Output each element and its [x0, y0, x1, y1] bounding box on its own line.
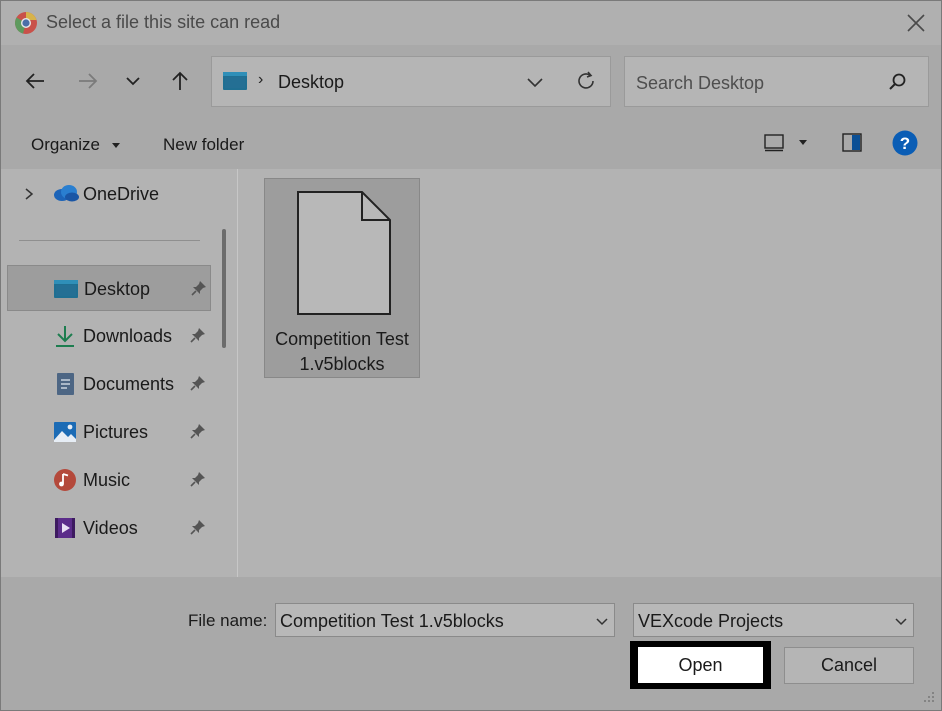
file-type-select[interactable]: VEXcode Projects [633, 603, 914, 637]
generic-file-icon [297, 191, 391, 315]
pin-icon[interactable] [189, 518, 207, 536]
back-button[interactable] [19, 65, 51, 97]
recent-locations-button[interactable] [117, 65, 149, 97]
search-input[interactable]: Search Desktop [636, 73, 764, 94]
organize-menu[interactable]: Organize [31, 135, 121, 155]
pin-icon[interactable] [189, 374, 207, 392]
file-name-field[interactable]: Competition Test 1.v5blocks [275, 603, 615, 637]
sidebar-item-music[interactable]: Music [7, 457, 211, 503]
preview-pane-icon[interactable] [842, 133, 862, 152]
music-icon [54, 469, 76, 491]
resize-grip-icon[interactable] [921, 689, 935, 703]
sidebar-item-label: Pictures [83, 422, 149, 442]
sidebar-item-label: OneDrive [83, 184, 160, 204]
desktop-folder-icon [223, 72, 247, 90]
pin-icon[interactable] [190, 279, 208, 297]
refresh-icon[interactable] [574, 69, 598, 93]
svg-text:?: ? [900, 134, 910, 153]
sidebar-item-videos[interactable]: Videos [7, 505, 211, 551]
chevron-down-icon[interactable] [893, 613, 909, 629]
file-name-label: File name: [188, 611, 268, 630]
file-name-input[interactable]: Competition Test 1.v5blocks [280, 611, 504, 632]
open-button-label: Open [638, 647, 763, 683]
arrow-left-icon [25, 73, 44, 89]
view-options-chevron-icon[interactable] [798, 139, 808, 147]
up-button[interactable] [164, 65, 196, 97]
window-title: Select a file this site can read [46, 12, 281, 32]
address-bar[interactable]: › Desktop [211, 56, 611, 107]
close-icon [907, 14, 925, 32]
dialog-footer: File name: Competition Test 1.v5blocks V… [1, 577, 941, 710]
sidebar-item-documents[interactable]: Documents [7, 361, 211, 407]
sidebar-scrollbar[interactable] [222, 229, 226, 348]
onedrive-icon [54, 185, 79, 202]
open-button[interactable]: Open [630, 641, 771, 689]
sidebar-item-pictures[interactable]: Pictures [7, 409, 211, 455]
organize-label: Organize [31, 135, 100, 154]
view-mode-icon[interactable] [764, 134, 784, 152]
arrow-up-icon [172, 71, 188, 90]
help-icon[interactable]: ? [892, 130, 918, 156]
caret-down-icon [111, 142, 120, 148]
downloads-icon [56, 326, 74, 347]
navigation-pane: OneDrive Desktop Downloads Documents Pic… [1, 169, 213, 577]
chevron-down-icon[interactable] [594, 613, 610, 629]
desktop-folder-icon [54, 280, 78, 298]
file-type-value: VEXcode Projects [638, 611, 784, 631]
sidebar-item-downloads[interactable]: Downloads [7, 313, 211, 359]
pictures-icon [54, 422, 76, 442]
sidebar-item-label: Documents [83, 374, 175, 394]
close-button[interactable] [899, 7, 933, 39]
sidebar-item-label: Downloads [83, 326, 173, 346]
title-bar: Select a file this site can read [1, 1, 941, 45]
sidebar-item-desktop[interactable]: Desktop [7, 265, 211, 311]
new-folder-button[interactable]: New folder [163, 135, 244, 155]
file-open-dialog: Select a file this site can read › Deskt… [0, 0, 942, 711]
pin-icon[interactable] [189, 470, 207, 488]
search-icon[interactable] [887, 71, 909, 93]
breadcrumb-desktop[interactable]: Desktop [278, 72, 344, 93]
sidebar-item-label: Desktop [84, 279, 151, 299]
sidebar-item-label: Music [83, 470, 131, 490]
search-box[interactable]: Search Desktop [624, 56, 929, 107]
documents-icon [57, 373, 74, 395]
file-name-label: Competition Test 1.v5blocks [275, 329, 409, 374]
forward-button[interactable] [72, 65, 104, 97]
sidebar-item-onedrive[interactable]: OneDrive [1, 171, 213, 217]
navigation-bar: › Desktop Search Desktop [1, 45, 941, 119]
sidebar-item-label: Videos [83, 518, 138, 538]
file-item[interactable]: Competition Test 1.v5blocks [264, 178, 420, 378]
pin-icon[interactable] [189, 326, 207, 344]
chrome-icon [15, 12, 37, 34]
breadcrumb-separator: › [258, 71, 264, 88]
cancel-button[interactable]: Cancel [784, 647, 914, 684]
chevron-down-icon [126, 77, 140, 86]
pane-divider[interactable] [237, 169, 238, 577]
videos-icon [55, 518, 75, 538]
pin-icon[interactable] [189, 422, 207, 440]
sidebar-divider [19, 240, 200, 241]
expand-chevron-icon[interactable] [23, 187, 35, 201]
file-list-pane: Competition Test 1.v5blocks [239, 169, 941, 577]
arrow-right-icon [79, 73, 98, 89]
address-history-chevron-icon[interactable] [524, 71, 546, 93]
command-toolbar: Organize New folder ? [1, 119, 941, 169]
